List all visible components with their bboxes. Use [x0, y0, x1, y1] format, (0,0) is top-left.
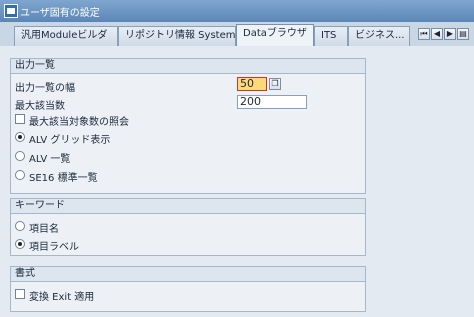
menu-icon: ▤: [459, 29, 467, 38]
alv-grid-label: ALV グリッド表示: [29, 135, 111, 146]
se16-standard-label: SE16 標準一覧: [29, 173, 98, 184]
max-hits-label: 最大該当数: [15, 101, 65, 112]
field-label-label: 項目ラベル: [29, 242, 79, 253]
format-group: 書式 変換 Exit 適用: [10, 266, 366, 312]
copy-icon: ❐: [271, 79, 279, 88]
first-icon: ⏮: [420, 29, 428, 38]
se16-standard-radio[interactable]: [15, 170, 25, 180]
tab-repository-info[interactable]: リポジトリ情報 System: [118, 26, 236, 46]
tab-prev-button[interactable]: ◀: [431, 28, 443, 40]
tab-data-browser[interactable]: Dataブラウザ: [236, 24, 314, 46]
tab-business[interactable]: ビジネス...: [348, 26, 410, 46]
format-header: 書式: [11, 267, 365, 282]
tab-label: 汎用Moduleビルダ: [21, 30, 108, 41]
title-bar: ユーザ固有の設定: [0, 0, 474, 22]
conversion-exit-checkbox[interactable]: [15, 289, 25, 299]
tab-label: ITS: [321, 30, 337, 41]
keyword-group: キーワード 項目名 項目ラベル: [10, 198, 366, 256]
tab-next-button[interactable]: ▶: [444, 28, 456, 40]
tab-menu-button[interactable]: ▤: [457, 28, 469, 40]
alv-list-label: ALV 一覧: [29, 154, 71, 165]
tab-label: リポジトリ情報 System: [125, 30, 236, 41]
max-hits-query-label: 最大該当対象数の照会: [29, 117, 129, 128]
tab-function-builder[interactable]: 汎用Moduleビルダ: [14, 26, 118, 46]
value-help-button[interactable]: ❐: [269, 78, 281, 90]
tab-strip: 汎用Moduleビルダ リポジトリ情報 System Dataブラウザ ITS …: [0, 22, 474, 46]
tab-first-button[interactable]: ⏮: [418, 28, 430, 40]
max-hits-query-checkbox[interactable]: [15, 114, 25, 124]
output-list-header: 出力一覧: [11, 59, 365, 74]
alv-grid-radio[interactable]: [15, 132, 25, 142]
tab-label: ビジネス...: [355, 30, 405, 41]
output-list-group: 出力一覧 出力一覧の幅 50 ❐ 最大該当数 200 最大該当対象数の照会 AL…: [10, 58, 366, 194]
list-width-input[interactable]: 50: [237, 77, 267, 91]
conversion-exit-label: 変換 Exit 適用: [29, 292, 95, 303]
content-area: 出力一覧 出力一覧の幅 50 ❐ 最大該当数 200 最大該当対象数の照会 AL…: [0, 46, 474, 317]
keyword-header: キーワード: [11, 199, 365, 214]
field-label-radio[interactable]: [15, 239, 25, 249]
next-icon: ▶: [446, 29, 454, 38]
alv-list-radio[interactable]: [15, 151, 25, 161]
window-title: ユーザ固有の設定: [20, 8, 100, 19]
prev-icon: ◀: [433, 29, 441, 38]
field-name-radio[interactable]: [15, 221, 25, 231]
max-hits-input[interactable]: 200: [237, 95, 307, 109]
field-name-label: 項目名: [29, 224, 59, 235]
tab-its[interactable]: ITS: [314, 26, 348, 46]
list-width-label: 出力一覧の幅: [15, 83, 75, 94]
tab-label: Dataブラウザ: [243, 28, 307, 39]
sap-logo-icon: [4, 4, 18, 18]
